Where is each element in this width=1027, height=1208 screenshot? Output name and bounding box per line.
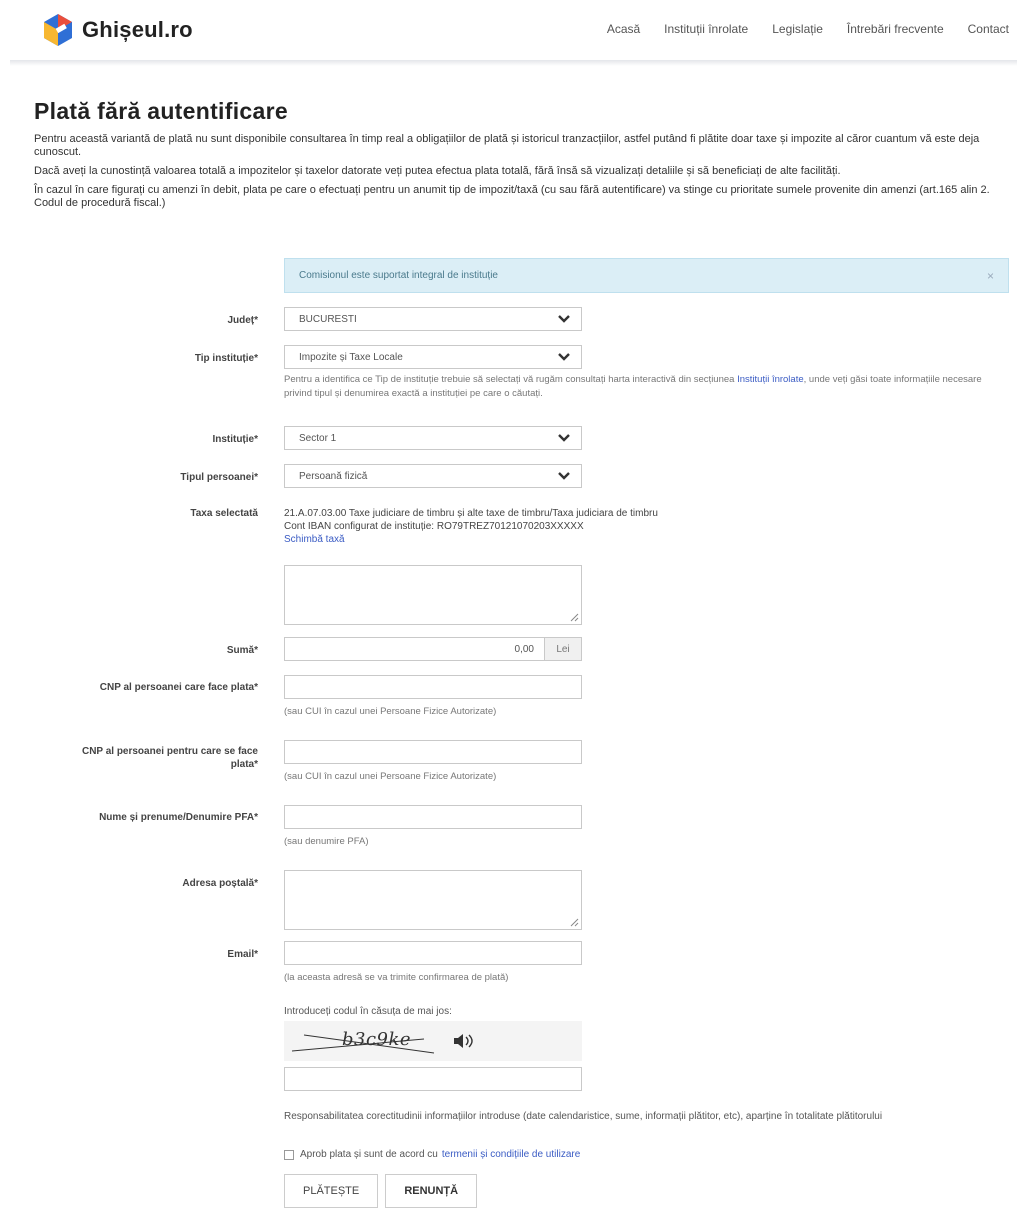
- logo-text: Ghișeul.ro: [82, 17, 193, 42]
- chevron-down-icon: [558, 353, 570, 361]
- institutie-select[interactable]: Sector 1: [284, 426, 582, 450]
- nav-institutii-inrolate[interactable]: Instituții înrolate: [664, 22, 748, 36]
- captcha-noise: [291, 1034, 435, 1054]
- close-icon[interactable]: ×: [987, 269, 994, 283]
- intro-paragraph: Dacă aveți la cunostință valoarea totală…: [34, 165, 841, 177]
- top-bar: Ghișeul.ro Acasă Instituții înrolate Leg…: [0, 0, 1027, 60]
- pay-button[interactable]: PLĂTEȘTE: [284, 1174, 379, 1208]
- cancel-button[interactable]: RENUNȚĂ: [385, 1174, 478, 1208]
- page-title: Plată fără autentificare: [34, 98, 288, 124]
- suma-group: 0,00 Lei: [284, 637, 582, 661]
- currency-addon: Lei: [544, 637, 582, 661]
- resize-handle-icon: [570, 613, 579, 622]
- suma-input[interactable]: 0,00: [284, 637, 544, 661]
- judet-value: BUCURESTI: [299, 314, 357, 325]
- tipul-persoanei-label: Tipul persoanei*: [180, 472, 258, 483]
- tip-institutie-field: Impozite și Taxe Locale Pentru a identif…: [284, 345, 994, 401]
- cnp-platitor-hint: (sau CUI în cazul unei Persoane Fizice A…: [284, 706, 497, 717]
- nume-input[interactable]: [284, 805, 582, 829]
- cnp-platitor-input[interactable]: [284, 675, 582, 699]
- taxa-description: 21.A.07.03.00 Taxe judiciare de timbru ș…: [284, 508, 658, 519]
- email-hint: (la aceasta adresă se va trimite confirm…: [284, 972, 509, 983]
- agree-checkbox[interactable]: [284, 1149, 294, 1160]
- tip-institutie-select[interactable]: Impozite și Taxe Locale: [284, 345, 582, 369]
- institutie-value: Sector 1: [299, 433, 337, 444]
- cnp-beneficiar-label: CNP al persoanei pentru care se face pla…: [34, 745, 258, 771]
- nume-hint: (sau denumire PFA): [284, 836, 369, 847]
- cnp-beneficiar-hint: (sau CUI în cazul unei Persoane Fizice A…: [284, 771, 497, 782]
- main-nav: Acasă Instituții înrolate Legislație Înt…: [607, 22, 1009, 36]
- judet-label: Județ*: [227, 315, 258, 326]
- speaker-icon[interactable]: [452, 1033, 482, 1049]
- nav-contact[interactable]: Contact: [968, 22, 1009, 36]
- tipul-persoanei-value: Persoană fizică: [299, 471, 368, 482]
- change-tax-link[interactable]: Schimbă taxă: [284, 534, 345, 545]
- tip-institutie-label: Tip instituție*: [194, 353, 258, 364]
- captcha-label: Introduceți codul în căsuța de mai jos:: [284, 1006, 452, 1017]
- intro-text: Pentru această variantă de plată nu sunt…: [34, 133, 994, 210]
- chevron-down-icon: [558, 472, 570, 480]
- agree-terms: Aprob plata și sunt de acord cu termenii…: [284, 1149, 580, 1160]
- agree-text: Aprob plata și sunt de acord cu: [300, 1149, 438, 1160]
- chevron-down-icon: [558, 434, 570, 442]
- cnp-platitor-label: CNP al persoanei care face plata*: [99, 682, 258, 693]
- nav-intrebari-frecvente[interactable]: Întrebări frecvente: [847, 22, 944, 36]
- taxa-info: 21.A.07.03.00 Taxe judiciare de timbru ș…: [284, 507, 658, 546]
- site-logo[interactable]: Ghișeul.ro: [42, 12, 193, 48]
- nume-label: Nume și prenume/Denumire PFA*: [99, 812, 258, 823]
- judet-select[interactable]: BUCURESTI: [284, 307, 582, 331]
- taxa-label: Taxa selectată: [190, 508, 258, 519]
- responsibility-text: Responsabilitatea corectitudinii informa…: [284, 1111, 883, 1122]
- logo-icon: [44, 14, 72, 46]
- email-label: Email*: [227, 949, 258, 960]
- intro-paragraph: Pentru această variantă de plată nu sunt…: [34, 133, 980, 158]
- header-shadow: [10, 60, 1017, 66]
- chevron-down-icon: [558, 315, 570, 323]
- institutie-label: Instituție*: [212, 434, 258, 445]
- intro-paragraph: În cazul în care figurați cu amenzi în d…: [34, 184, 990, 209]
- email-input[interactable]: [284, 941, 582, 965]
- institutii-inrolate-link[interactable]: Instituții înrolate: [737, 374, 804, 385]
- captcha-image: b3c9ke: [284, 1021, 582, 1061]
- adresa-textarea[interactable]: [284, 870, 582, 930]
- tipul-persoanei-select[interactable]: Persoană fizică: [284, 464, 582, 488]
- label-line: plata*: [230, 759, 258, 770]
- adresa-label: Adresa poștală*: [182, 878, 258, 889]
- nav-acasa[interactable]: Acasă: [607, 22, 640, 36]
- hint-text: Pentru a identifica ce Tip de instituție…: [284, 374, 738, 385]
- tip-institutie-hint: Pentru a identifica ce Tip de instituție…: [284, 373, 994, 401]
- captcha-code: b3c9ke: [342, 1029, 412, 1050]
- page-content: Plată fără autentificare Pentru această …: [34, 98, 994, 216]
- terms-link[interactable]: termenii și condițiile de utilizare: [442, 1149, 580, 1160]
- nav-legislatie[interactable]: Legislație: [772, 22, 823, 36]
- suma-label: Sumă*: [226, 645, 258, 656]
- commission-alert: Comisionul este suportat integral de ins…: [284, 258, 1009, 293]
- alert-text: Comisionul este suportat integral de ins…: [299, 270, 498, 281]
- tip-institutie-value: Impozite și Taxe Locale: [299, 352, 403, 363]
- taxa-details-textarea[interactable]: [284, 565, 582, 625]
- captcha-input[interactable]: [284, 1067, 582, 1091]
- cnp-beneficiar-input[interactable]: [284, 740, 582, 764]
- resize-handle-icon: [570, 918, 579, 927]
- taxa-iban: Cont IBAN configurat de instituție: RO79…: [284, 521, 584, 532]
- label-line: CNP al persoanei pentru care se face: [81, 746, 258, 757]
